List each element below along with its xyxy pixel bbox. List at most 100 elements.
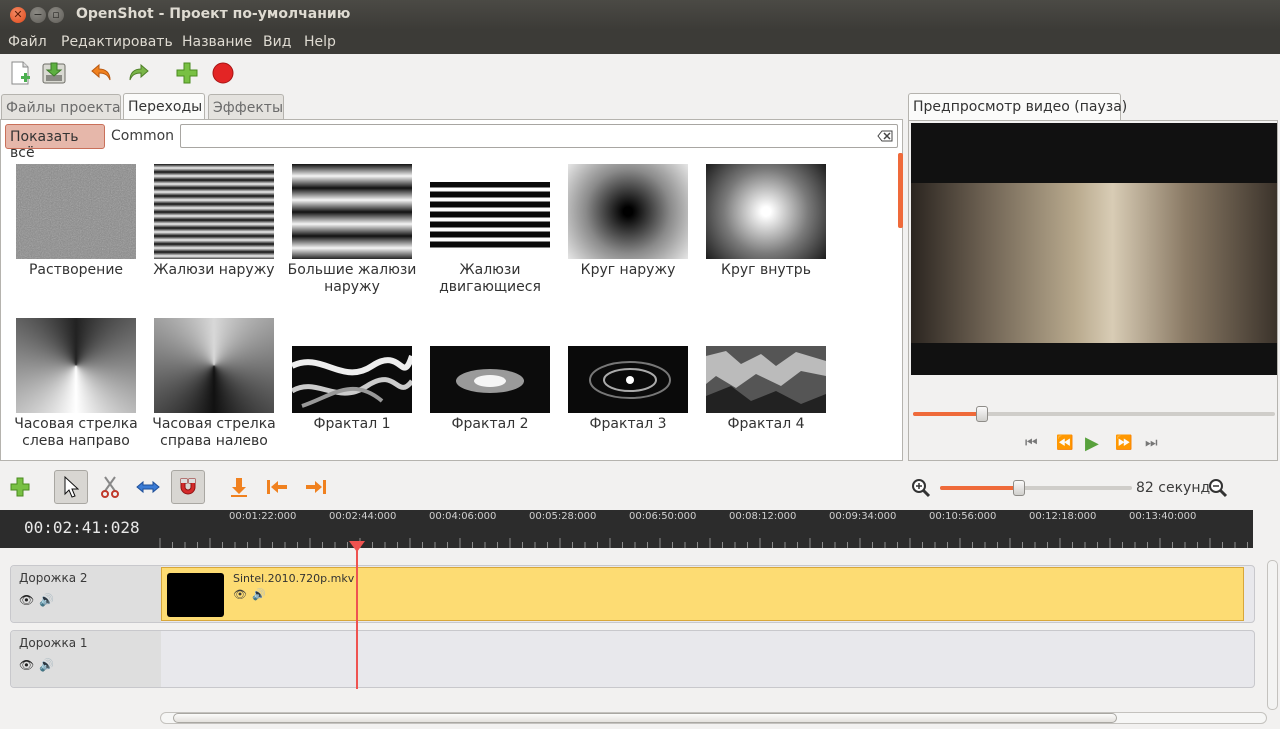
eye-icon[interactable]: 👁 <box>19 658 34 672</box>
transition-label: Круг наружу <box>580 262 676 278</box>
razor-tool-icon[interactable] <box>93 470 127 504</box>
ruler-label: 00:02:44:000 <box>329 511 397 522</box>
horizontal-scroll-thumb[interactable] <box>173 713 1117 723</box>
ruler-label: 00:13:40:000 <box>1129 511 1197 522</box>
fractal-3-thumbnail <box>568 346 688 413</box>
zoom-handle[interactable] <box>1012 480 1025 496</box>
zoom-slider[interactable] <box>940 486 1132 490</box>
clock-left-right-thumbnail <box>16 318 136 413</box>
transition-label: Фрактал 2 <box>451 416 529 432</box>
seek-handle[interactable] <box>975 406 988 422</box>
timeline-toolbar <box>0 466 1280 510</box>
record-icon[interactable] <box>211 61 235 85</box>
jump-start-icon[interactable]: ⏮ <box>1025 435 1038 451</box>
zoom-level-fill <box>940 486 1019 490</box>
transition-label: Растворение <box>28 262 124 278</box>
clip-speaker-icon[interactable]: 🔊 <box>252 588 266 601</box>
ruler-label: 00:08:12:000 <box>729 511 797 522</box>
save-project-icon[interactable] <box>42 61 66 85</box>
fractal-4-thumbnail <box>706 346 826 413</box>
play-icon[interactable]: ▶ <box>1085 433 1099 454</box>
search-input[interactable] <box>180 124 898 148</box>
fractal-2-thumbnail <box>430 346 550 413</box>
rewind-icon[interactable]: ⏪ <box>1056 435 1073 451</box>
ruler-label: 00:12:18:000 <box>1029 511 1097 522</box>
dissolve-thumbnail <box>16 164 136 259</box>
zoom-level-label: 82 секунд <box>1136 480 1211 496</box>
video-clip[interactable]: Sintel.2010.720p.mkv 👁 🔊 <box>161 567 1244 621</box>
transition-label: Часовая стрелка слева направо <box>14 416 138 449</box>
menu-help[interactable]: Help <box>304 34 336 50</box>
redo-icon[interactable] <box>126 61 150 85</box>
big-blinds-thumbnail <box>292 164 412 259</box>
ruler-label: 00:10:56:000 <box>929 511 997 522</box>
clock-right-left-thumbnail <box>154 318 274 413</box>
seek-progress <box>913 412 982 416</box>
playhead-marker[interactable] <box>349 541 365 552</box>
ruler-label: 00:01:22:000 <box>229 511 297 522</box>
track-2[interactable]: Дорожка 2 👁 🔊 Sintel.2010.720p.mkv 👁 🔊 <box>10 565 1255 623</box>
zoom-in-icon[interactable] <box>911 478 931 502</box>
playback-controls: ⏮ ⏪ ▶ ⏩ ⏭ <box>909 433 1279 457</box>
tab-video-preview[interactable]: Предпросмотр видео (пауза) <box>908 93 1127 120</box>
transition-label: Круг внутрь <box>721 262 811 278</box>
clip-thumbnail <box>167 573 224 617</box>
track-header: Дорожка 1 👁 🔊 <box>11 631 161 687</box>
timeline-vertical-scrollbar[interactable] <box>1267 560 1278 710</box>
transition-label: Часовая стрелка справа налево <box>152 416 276 449</box>
show-all-button[interactable]: Показать всё <box>5 124 105 161</box>
menu-view[interactable]: Вид <box>263 34 291 50</box>
tab-effects[interactable]: Эффекты <box>208 94 284 120</box>
zoom-out-icon[interactable] <box>1208 478 1228 502</box>
select-tool-icon[interactable] <box>54 470 88 504</box>
snapping-tool-icon[interactable] <box>171 470 205 504</box>
menu-bar: Файл Редактировать Название Вид Help <box>0 30 1280 54</box>
menu-file[interactable]: Файл <box>8 34 47 50</box>
clear-search-icon[interactable] <box>877 130 893 142</box>
ruler-label: 00:05:28:000 <box>529 511 597 522</box>
add-track-icon[interactable] <box>3 470 37 504</box>
window-maximize-button[interactable]: ▫ <box>48 7 64 23</box>
ruler-label: 00:04:06:000 <box>429 511 497 522</box>
tab-transitions[interactable]: Переходы <box>123 93 205 120</box>
jump-end-icon[interactable]: ⏭ <box>1145 435 1158 451</box>
video-preview-panel: ⏮ ⏪ ▶ ⏩ ⏭ <box>908 120 1278 461</box>
add-marker-icon[interactable] <box>222 470 256 504</box>
playhead[interactable] <box>356 548 358 689</box>
title-bar: ✕ − ▫ OpenShot - Проект по-умолчанию <box>0 0 1280 30</box>
timeline-ruler[interactable]: 00:02:41:028 00:01:22:000 00:02:44:000 0… <box>0 510 1253 548</box>
speaker-icon[interactable]: 🔊 <box>39 593 54 607</box>
track-1[interactable]: Дорожка 1 👁 🔊 <box>10 630 1255 688</box>
window-close-button[interactable]: ✕ <box>10 7 26 23</box>
clip-eye-icon[interactable]: 👁 <box>233 588 247 601</box>
transition-label: Фрактал 1 <box>313 416 391 432</box>
menu-edit[interactable]: Редактировать <box>61 34 173 50</box>
circle-out-thumbnail <box>568 164 688 259</box>
resize-tool-icon[interactable] <box>131 470 165 504</box>
previous-marker-icon[interactable] <box>260 470 294 504</box>
track-header: Дорожка 2 👁 🔊 <box>11 566 161 622</box>
video-frame <box>911 123 1277 375</box>
video-image <box>911 183 1277 343</box>
transitions-scrollbar[interactable] <box>898 153 903 228</box>
eye-icon[interactable]: 👁 <box>19 593 34 607</box>
speaker-icon[interactable]: 🔊 <box>39 658 54 672</box>
transition-label: Фрактал 3 <box>589 416 667 432</box>
timeline-horizontal-scrollbar[interactable] <box>160 712 1267 724</box>
transition-label: Большие жалюзи наружу <box>287 262 417 295</box>
window-minimize-button[interactable]: − <box>30 7 46 23</box>
tab-project-files[interactable]: Файлы проекта <box>1 94 121 120</box>
circle-in-thumbnail <box>706 164 826 259</box>
menu-title[interactable]: Название <box>182 34 252 50</box>
fast-forward-icon[interactable]: ⏩ <box>1115 435 1132 451</box>
transition-label: Жалюзи двигающиеся <box>439 262 541 295</box>
transition-label: Жалюзи наружу <box>153 262 275 278</box>
next-marker-icon[interactable] <box>299 470 333 504</box>
window-title: OpenShot - Проект по-умолчанию <box>76 6 351 22</box>
main-toolbar <box>0 54 1280 92</box>
import-files-icon[interactable] <box>175 61 199 85</box>
undo-icon[interactable] <box>90 61 114 85</box>
new-project-icon[interactable] <box>8 61 32 85</box>
common-filter-label[interactable]: Common <box>111 128 174 144</box>
preview-seek-slider[interactable] <box>913 412 1275 416</box>
